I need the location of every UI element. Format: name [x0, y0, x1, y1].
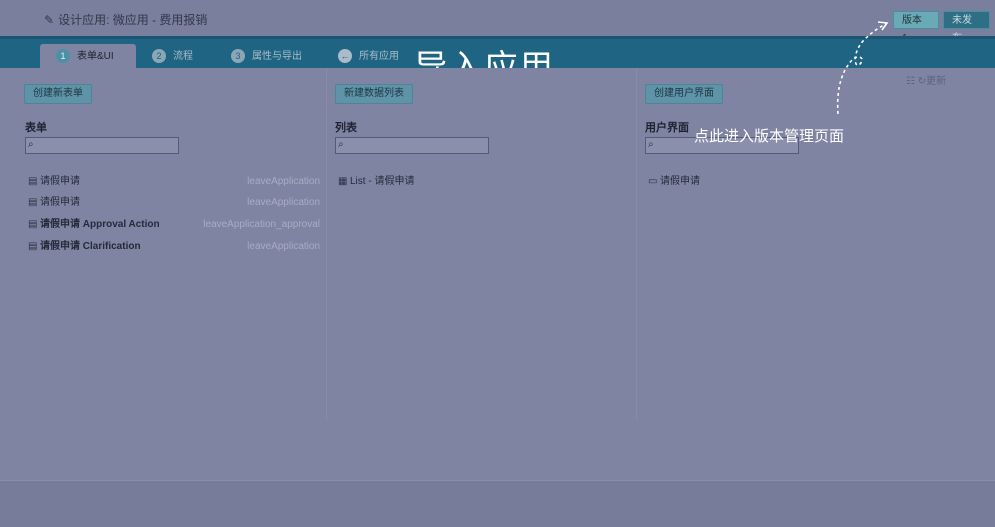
- list-item[interactable]: ▤ 请假申请 leaveApplication: [28, 174, 320, 190]
- tab-process[interactable]: 2 流程: [152, 44, 193, 71]
- monitor-icon: ▭: [648, 176, 658, 187]
- footer-area: [0, 480, 995, 527]
- ui-column: 创建用户界面 用户界面 ⌕ ▭ 请假申请: [636, 68, 995, 420]
- list-item[interactable]: ▭ 请假申请: [648, 174, 848, 190]
- ui-heading: 用户界面: [645, 122, 689, 134]
- list-item[interactable]: ▦ List - 请假申请: [338, 174, 628, 190]
- create-form-button[interactable]: 创建新表单: [24, 84, 92, 104]
- table-icon: ▦: [338, 176, 348, 187]
- tab-all-apps[interactable]: ← 所有应用: [338, 44, 399, 71]
- forms-column: 创建新表单 表单 ⌕ ▤ 请假申请 leaveApplication ▤ 请假申请 le…: [0, 68, 327, 420]
- document-icon: ▤: [28, 176, 38, 187]
- search-icon: ⌕: [28, 139, 34, 150]
- tab-forms-ui[interactable]: 1 表单&UI: [40, 44, 136, 71]
- step-number: 3: [231, 49, 245, 64]
- document-icon: ▤: [28, 219, 38, 230]
- back-arrow-icon: ←: [338, 49, 352, 64]
- document-icon: ▤: [28, 197, 38, 208]
- version-button[interactable]: 版本 1: [893, 11, 939, 44]
- list-item[interactable]: ▤ 请假申请 Clarification leaveApplication: [28, 239, 320, 255]
- unpublished-button[interactable]: 未发布: [943, 11, 990, 44]
- lists-heading: 列表: [335, 122, 357, 134]
- main-panel: ☷ ↻更新 创建新表单 表单 ⌕ ▤ 请假申请 leaveApplication ▤…: [0, 68, 995, 480]
- document-icon: ▤: [28, 241, 38, 252]
- version-hint-text: 点此进入版本管理页面: [694, 128, 845, 145]
- app-title: ✎ 设计应用: 微应用 - 费用报销: [44, 13, 208, 27]
- list-item[interactable]: ▤ 请假申请 leaveApplication: [28, 195, 320, 211]
- step-number: 1: [56, 49, 70, 64]
- lists-column: 新建数据列表 列表 ⌕ ▦ List - 请假申请: [326, 68, 637, 420]
- create-ui-button[interactable]: 创建用户界面: [645, 84, 723, 104]
- lists-search-input[interactable]: ⌕: [335, 137, 489, 154]
- forms-heading: 表单: [25, 122, 47, 134]
- search-icon: ⌕: [648, 139, 654, 150]
- tab-properties-export[interactable]: 3 属性与导出: [231, 44, 302, 71]
- edit-icon[interactable]: ✎: [44, 13, 54, 27]
- dashed-arrow-icon: [836, 21, 889, 115]
- search-icon: ⌕: [338, 139, 344, 150]
- list-item[interactable]: ▤ 请假申请 Approval Action leaveApplication_ap…: [28, 217, 320, 233]
- forms-search-input[interactable]: ⌕: [25, 137, 179, 154]
- create-list-button[interactable]: 新建数据列表: [335, 84, 413, 104]
- step-number: 2: [152, 49, 166, 64]
